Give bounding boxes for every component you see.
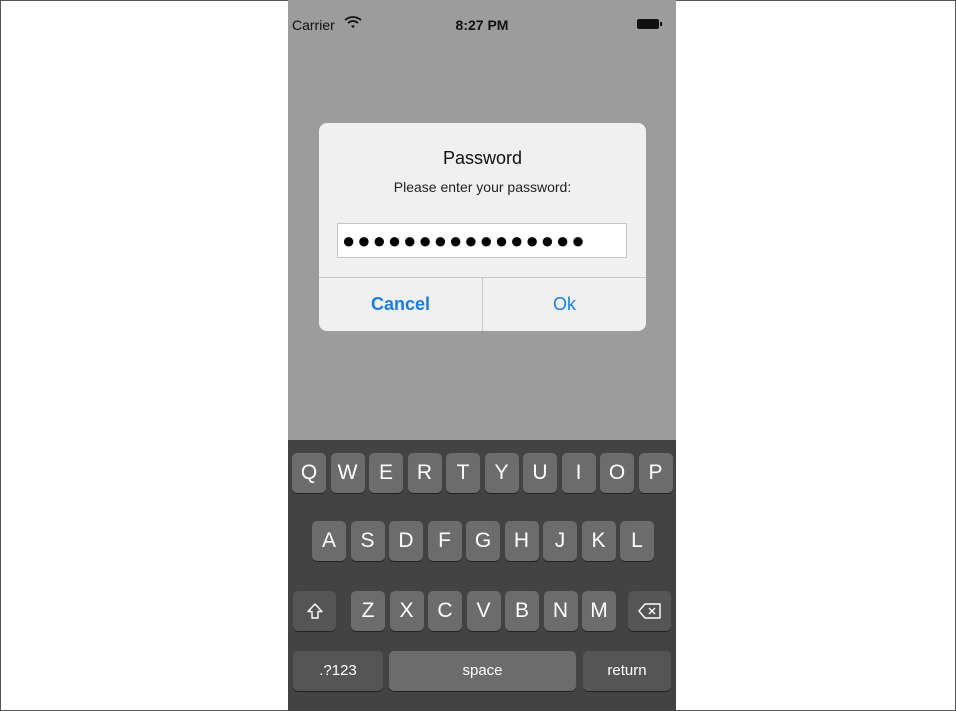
alert-title: Password bbox=[442, 148, 523, 168]
numbers-key[interactable]: .?123 bbox=[293, 651, 383, 691]
key-v[interactable]: V bbox=[466, 591, 501, 631]
key-z[interactable]: Z bbox=[351, 591, 385, 631]
key-r[interactable]: R bbox=[407, 453, 442, 493]
key-u[interactable]: U bbox=[523, 453, 557, 493]
key-p[interactable]: P bbox=[638, 453, 673, 493]
return-key[interactable]: return bbox=[583, 651, 671, 691]
shift-icon bbox=[306, 603, 323, 620]
cancel-button[interactable]: Cancel bbox=[319, 278, 482, 331]
key-g[interactable]: G bbox=[466, 521, 500, 561]
key-a[interactable]: A bbox=[312, 521, 346, 561]
key-s[interactable]: S bbox=[350, 521, 385, 561]
key-y[interactable]: Y bbox=[484, 453, 519, 493]
key-n[interactable]: N bbox=[543, 591, 578, 631]
key-k[interactable]: K bbox=[581, 521, 616, 561]
status-bar: Carrier 8:27 PM bbox=[288, 0, 676, 40]
key-b[interactable]: B bbox=[505, 591, 539, 631]
key-l[interactable]: L bbox=[620, 521, 654, 561]
battery-icon bbox=[637, 19, 662, 29]
key-c[interactable]: C bbox=[428, 591, 462, 631]
key-o[interactable]: O bbox=[600, 453, 634, 493]
key-m[interactable]: M bbox=[582, 591, 616, 631]
space-key[interactable]: space bbox=[389, 651, 576, 691]
phone-screen: Carrier 8:27 PM Password Please enter yo… bbox=[288, 0, 676, 711]
key-t[interactable]: T bbox=[446, 453, 480, 493]
delete-key[interactable] bbox=[628, 591, 671, 631]
key-d[interactable]: D bbox=[389, 521, 423, 561]
key-w[interactable]: W bbox=[330, 453, 365, 493]
password-alert: Password Please enter your password: ●●●… bbox=[319, 123, 646, 331]
key-q[interactable]: Q bbox=[292, 453, 326, 493]
keyboard: QWERTYUIOP ASDFGHJKL ZXCVBNM .?123 space… bbox=[288, 440, 676, 711]
shift-key[interactable] bbox=[293, 591, 336, 631]
ok-button[interactable]: Ok bbox=[483, 278, 646, 331]
key-j[interactable]: J bbox=[543, 521, 577, 561]
key-i[interactable]: I bbox=[561, 453, 596, 493]
key-h[interactable]: H bbox=[504, 521, 539, 561]
password-field[interactable]: ●●●●●●●●●●●●●●●● bbox=[337, 223, 627, 258]
key-e[interactable]: E bbox=[369, 453, 403, 493]
alert-message: Please enter your password: bbox=[393, 179, 572, 195]
key-x[interactable]: X bbox=[389, 591, 424, 631]
delete-icon bbox=[637, 603, 661, 620]
key-f[interactable]: F bbox=[427, 521, 462, 561]
clock: 8:27 PM bbox=[455, 17, 509, 33]
